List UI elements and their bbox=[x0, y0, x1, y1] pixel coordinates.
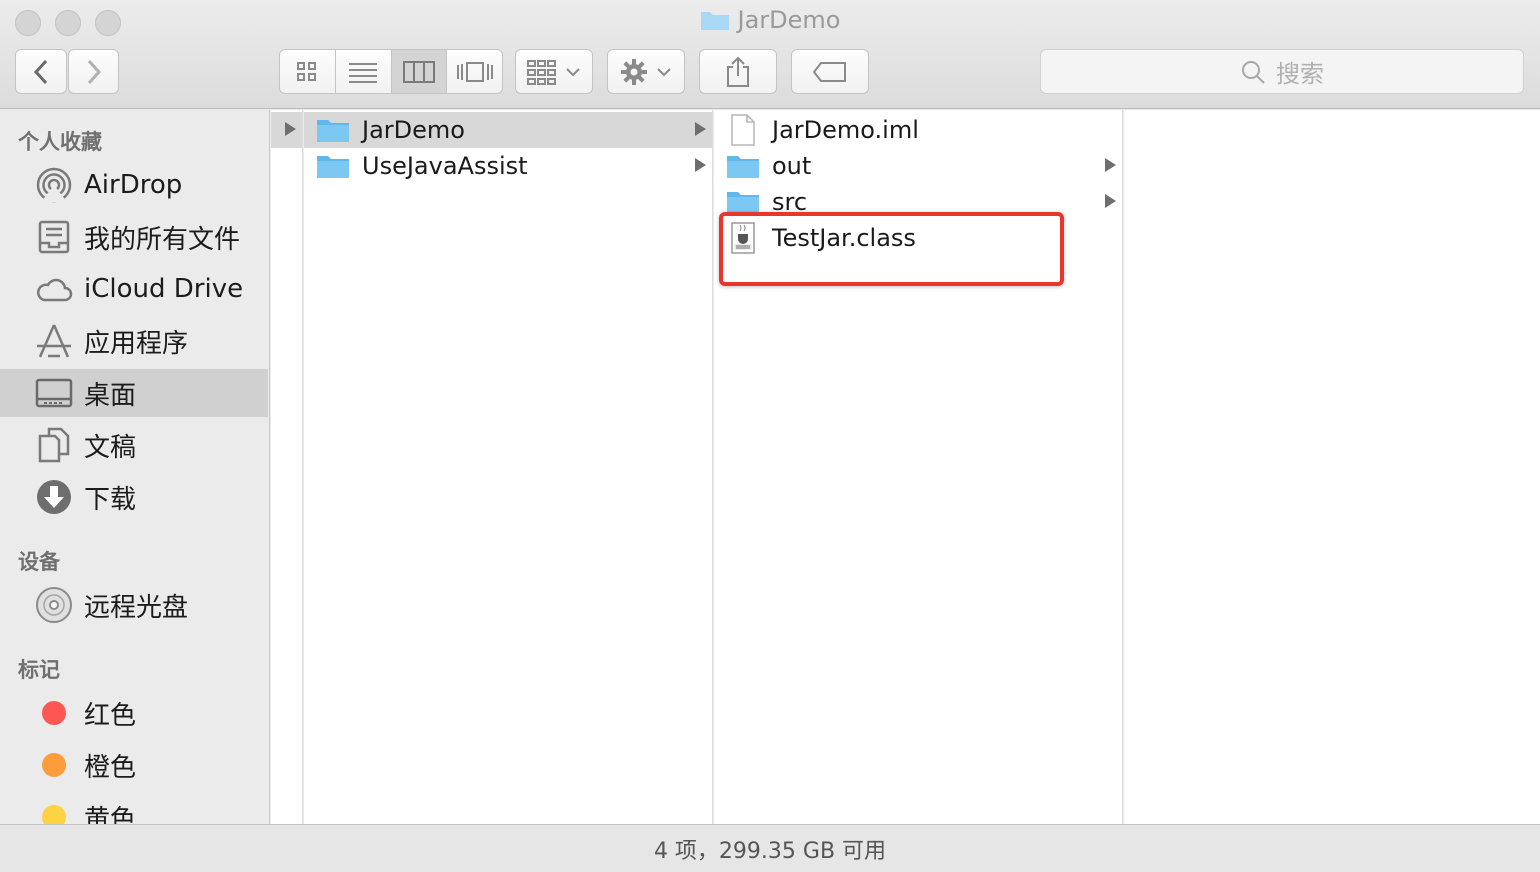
window-toolbar: JarDemo 搜索 bbox=[0, 0, 1540, 109]
disclosure-arrow-icon bbox=[1105, 158, 1116, 172]
gear-icon bbox=[621, 58, 647, 85]
desktop-icon bbox=[34, 373, 74, 413]
yellow-tag-dot-icon bbox=[34, 797, 74, 824]
sidebar-item-icloud-drive[interactable]: iCloud Drive bbox=[0, 265, 268, 313]
grid-icon bbox=[297, 61, 317, 81]
file-row[interactable]: JarDemo bbox=[304, 112, 712, 148]
chevron-right-icon bbox=[87, 59, 101, 84]
share-button[interactable] bbox=[699, 49, 777, 94]
sidebar-item-label: 我的所有文件 bbox=[84, 224, 241, 255]
file-name: UseJavaAssist bbox=[362, 152, 528, 180]
sidebar-item-tag-orange[interactable]: 橙色 bbox=[0, 741, 268, 789]
sidebar-item-desktop[interactable]: 桌面 bbox=[0, 369, 268, 417]
document-icon bbox=[726, 114, 760, 146]
sidebar-item-applications[interactable]: 应用程序 bbox=[0, 317, 268, 365]
chevron-down-icon bbox=[657, 67, 671, 76]
file-name: JarDemo.iml bbox=[772, 116, 919, 144]
action-button[interactable] bbox=[607, 49, 685, 94]
file-row[interactable]: UseJavaAssist bbox=[304, 148, 712, 184]
sidebar-heading-tags: 标记 bbox=[18, 658, 60, 682]
sidebar-item-label: 远程光盘 bbox=[84, 592, 189, 623]
parent-column-selected-row[interactable] bbox=[271, 112, 302, 148]
orange-tag-dot-icon bbox=[34, 745, 74, 785]
disclosure-arrow-icon bbox=[1105, 194, 1116, 208]
disc-icon bbox=[34, 585, 74, 625]
sidebar-item-airdrop[interactable]: AirDrop bbox=[0, 161, 268, 209]
browser-column-parent[interactable] bbox=[271, 110, 303, 824]
browser-column-1[interactable]: JarDemo UseJavaAssist bbox=[304, 110, 713, 824]
window-title-text: JarDemo bbox=[737, 6, 841, 34]
browser-column-3[interactable] bbox=[1124, 110, 1540, 824]
arrange-button[interactable] bbox=[515, 49, 593, 94]
chevron-left-icon bbox=[33, 59, 48, 84]
window-title: JarDemo bbox=[0, 6, 1540, 34]
disclosure-arrow-icon bbox=[285, 122, 296, 136]
folder-icon bbox=[726, 151, 760, 181]
folder-icon bbox=[316, 115, 350, 145]
sidebar-item-tag-yellow[interactable]: 黄色 bbox=[0, 793, 268, 824]
red-tag-dot-icon bbox=[34, 693, 74, 733]
highlight-annotation-box bbox=[719, 212, 1064, 286]
column-view-button[interactable] bbox=[391, 50, 448, 93]
file-row[interactable]: JarDemo.iml bbox=[714, 112, 1122, 148]
folder-icon bbox=[316, 151, 350, 181]
sidebar-item-label: 橙色 bbox=[84, 752, 137, 783]
sidebar-item-remote-disc[interactable]: 远程光盘 bbox=[0, 581, 268, 629]
all-files-icon bbox=[34, 217, 74, 257]
download-icon bbox=[34, 477, 74, 517]
sidebar-item-label: 应用程序 bbox=[84, 328, 189, 359]
file-row[interactable]: out bbox=[714, 148, 1122, 184]
sidebar-item-tag-red[interactable]: 红色 bbox=[0, 689, 268, 737]
list-icon bbox=[349, 62, 378, 83]
applications-icon bbox=[34, 321, 74, 361]
tag-icon bbox=[812, 61, 846, 82]
sidebar-heading-devices: 设备 bbox=[18, 550, 60, 574]
tag-button[interactable] bbox=[791, 49, 869, 94]
search-placeholder: 搜索 bbox=[1276, 60, 1324, 88]
cover-flow-button[interactable] bbox=[447, 50, 502, 93]
search-icon bbox=[1242, 60, 1265, 84]
back-button[interactable] bbox=[15, 49, 67, 94]
cover-flow-icon bbox=[456, 61, 493, 82]
view-mode-selector bbox=[279, 49, 503, 94]
cloud-icon bbox=[34, 269, 74, 309]
sidebar-heading-favorites: 个人收藏 bbox=[18, 130, 102, 154]
forward-button[interactable] bbox=[68, 49, 119, 94]
airdrop-icon bbox=[34, 165, 74, 205]
documents-icon bbox=[34, 425, 74, 465]
arrange-grid-icon bbox=[527, 59, 556, 85]
file-name: out bbox=[772, 152, 812, 180]
columns-icon bbox=[402, 60, 435, 83]
sidebar-item-label: 桌面 bbox=[84, 380, 137, 411]
sidebar-item-label: 文稿 bbox=[84, 432, 137, 463]
chevron-down-icon bbox=[566, 67, 580, 76]
folder-icon bbox=[700, 12, 729, 30]
sidebar-item-all-files[interactable]: 我的所有文件 bbox=[0, 213, 268, 261]
list-view-button[interactable] bbox=[336, 50, 392, 93]
sidebar-item-label: iCloud Drive bbox=[84, 274, 244, 304]
icon-view-button[interactable] bbox=[280, 50, 336, 93]
disclosure-arrow-icon bbox=[695, 158, 706, 172]
sidebar-item-label: 下载 bbox=[84, 484, 137, 515]
search-field[interactable]: 搜索 bbox=[1040, 49, 1524, 94]
sidebar-item-label: 黄色 bbox=[84, 804, 137, 825]
file-name: JarDemo bbox=[362, 116, 465, 144]
status-bar: 4 项，299.35 GB 可用 bbox=[0, 824, 1540, 872]
share-icon bbox=[727, 56, 749, 87]
sidebar: 个人收藏 AirDrop 我的所有文件 iCloud Drive 应用程序 桌面 bbox=[0, 110, 270, 824]
status-text: 4 项，299.35 GB 可用 bbox=[653, 838, 887, 864]
sidebar-item-downloads[interactable]: 下载 bbox=[0, 473, 268, 521]
sidebar-item-label: 红色 bbox=[84, 700, 137, 731]
sidebar-item-label: AirDrop bbox=[84, 170, 183, 200]
sidebar-item-documents[interactable]: 文稿 bbox=[0, 421, 268, 469]
disclosure-arrow-icon bbox=[695, 122, 706, 136]
